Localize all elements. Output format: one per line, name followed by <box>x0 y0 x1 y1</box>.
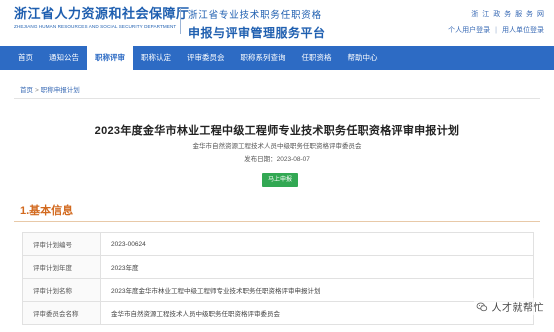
nav-item-qualifications[interactable]: 任职资格 <box>294 46 340 70</box>
table-row: 评审委员会名称 金华市自然资源工程技术人员中级职务任职资格评审委员会 <box>22 301 534 325</box>
table-row: 评审计划编号 2023-00624 <box>22 232 534 256</box>
nav-item-title-review[interactable]: 职称评审 <box>87 46 133 70</box>
login-separator: | <box>495 27 497 34</box>
header-user-area: 浙 江 政 务 服 务 网 个人用户登录 | 用人单位登录 <box>448 9 544 35</box>
table-row: 评审计划年度 2023年度 <box>22 255 534 279</box>
login-links: 个人用户登录 | 用人单位登录 <box>448 25 544 35</box>
committee-name: 金华市自然资源工程技术人员中级职务任职资格评审委员会 <box>192 143 362 150</box>
table-row: 评审计划名称 2023年度金华市林业工程中级工程师专业技术职务任职资格评审申报计… <box>22 278 534 302</box>
gov-link-char: 政 <box>493 11 501 18</box>
page-title: 2023年度金华市林业工程中级工程师专业技术职务任职资格评审申报计划 <box>94 125 460 137</box>
nav-item-title-series[interactable]: 职称系列查询 <box>233 46 294 70</box>
breadcrumb: 首页 > 职称申报计划 <box>20 84 80 94</box>
nav-item-help[interactable]: 帮助中心 <box>340 46 386 70</box>
platform-title-block: 浙江省专业技术职务任职资格 申报与评审管理服务平台 <box>188 7 326 41</box>
row-value: 2023-00624 <box>100 232 534 256</box>
basic-info-table: 评审计划编号 2023-00624 评审计划年度 2023年度 评审计划名称 2… <box>22 232 534 325</box>
platform-title: 申报与评审管理服务平台 <box>188 26 326 40</box>
gov-link-char: 服 <box>515 11 523 18</box>
platform-subtitle: 浙江省专业技术职务任职资格 <box>188 10 322 21</box>
row-value: 2023年度金华市林业工程中级工程师专业技术职务任职资格评审申报计划 <box>100 278 534 302</box>
breadcrumb-home[interactable]: 首页 <box>20 87 33 94</box>
publish-date-value: 2023-08-07 <box>276 156 310 163</box>
section-divider <box>14 221 540 222</box>
gov-link-char: 网 <box>537 11 544 18</box>
logo-english-name: ZHEJIANG HUMAN RESOURCES AND SOCIAL SECU… <box>14 24 177 29</box>
publish-date-label: 发布日期： <box>244 156 277 163</box>
watermark-text: 人才就帮忙 <box>491 303 544 314</box>
nav-item-title-recognition[interactable]: 职称认定 <box>133 46 179 70</box>
gov-link-char: 务 <box>526 11 534 18</box>
section-title-basic-info: 1.基本信息 <box>20 205 74 217</box>
row-label: 评审计划编号 <box>22 232 101 256</box>
nav-item-home[interactable]: 首页 <box>10 46 41 70</box>
gov-link-char: 江 <box>482 11 490 18</box>
header-divider <box>180 8 181 34</box>
gov-service-link[interactable]: 浙 江 政 务 服 务 网 <box>448 9 544 19</box>
breadcrumb-divider <box>14 98 540 99</box>
gov-link-char: 浙 <box>471 11 479 18</box>
nav-item-review-committee[interactable]: 评审委员会 <box>179 46 233 70</box>
department-logo[interactable]: 浙江省人力资源和社会保障厅 ZHEJIANG HUMAN RESOURCES A… <box>14 6 190 29</box>
breadcrumb-current[interactable]: 职称申报计划 <box>41 87 80 94</box>
publish-date: 发布日期：2023-08-07 <box>0 153 554 163</box>
main-nav: 首页 通知公告 职称评审 职称认定 评审委员会 职称系列查询 任职资格 帮助中心 <box>0 46 554 70</box>
personal-login-link[interactable]: 个人用户登录 <box>448 27 490 34</box>
logo-chinese-name: 浙江省人力资源和社会保障厅 <box>14 6 190 21</box>
row-value: 2023年度 <box>100 255 534 279</box>
site-header: 浙江省人力资源和社会保障厅 ZHEJIANG HUMAN RESOURCES A… <box>0 0 554 44</box>
row-label: 评审委员会名称 <box>22 301 101 325</box>
watermark: 人才就帮忙 <box>473 298 546 315</box>
apply-now-button[interactable]: 马上申报 <box>262 173 298 187</box>
row-label: 评审计划名称 <box>22 278 101 302</box>
wechat-icon <box>476 302 487 311</box>
employer-login-link[interactable]: 用人单位登录 <box>502 27 544 34</box>
row-label: 评审计划年度 <box>22 255 101 279</box>
breadcrumb-separator: > <box>35 87 39 94</box>
nav-item-notices[interactable]: 通知公告 <box>41 46 87 70</box>
row-value: 金华市自然资源工程技术人员中级职务任职资格评审委员会 <box>100 301 534 325</box>
gov-link-char: 务 <box>504 11 512 18</box>
